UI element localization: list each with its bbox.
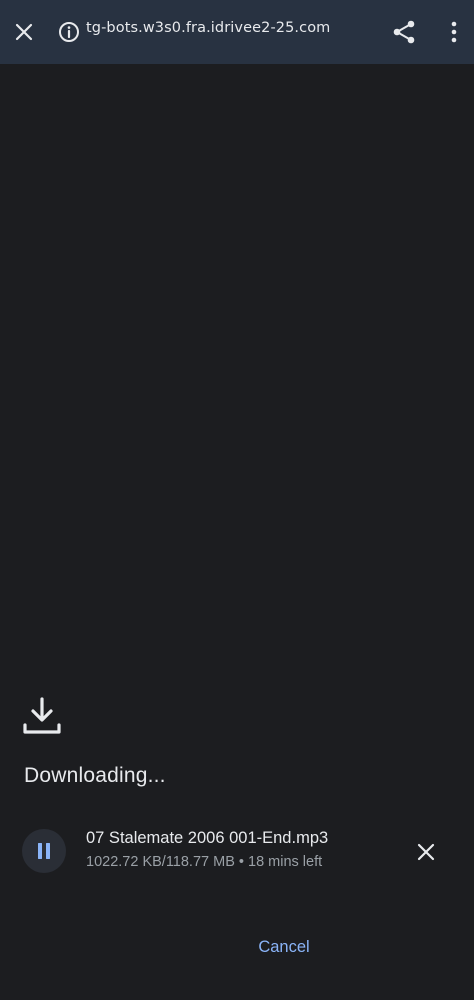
close-icon bbox=[417, 843, 435, 861]
info-icon[interactable] bbox=[58, 21, 80, 43]
close-button[interactable] bbox=[6, 12, 42, 52]
url-text[interactable]: tg-bots.w3s0.fra.idrivee2-25.com bbox=[86, 20, 330, 36]
browser-toolbar: tg-bots.w3s0.fra.idrivee2-25.com bbox=[0, 0, 474, 64]
download-progress-text: 1022.72 KB/118.77 MB • 18 mins left bbox=[86, 854, 323, 870]
pause-button[interactable] bbox=[22, 829, 66, 873]
share-button[interactable] bbox=[386, 14, 422, 50]
cancel-button[interactable]: Cancel bbox=[236, 928, 332, 966]
pause-icon bbox=[38, 843, 50, 859]
share-icon bbox=[393, 20, 415, 44]
page-content bbox=[0, 64, 474, 684]
file-name: 07 Stalemate 2006 001-End.mp3 bbox=[86, 829, 329, 847]
download-icon bbox=[23, 697, 61, 734]
more-vert-icon bbox=[451, 21, 457, 43]
cancel-download-icon-button[interactable] bbox=[408, 834, 444, 870]
downloading-title: Downloading... bbox=[24, 764, 166, 787]
close-icon bbox=[15, 23, 33, 41]
more-options-button[interactable] bbox=[440, 14, 468, 50]
download-screen: tg-bots.w3s0.fra.idrivee2-25.com Downloa… bbox=[0, 0, 474, 1000]
